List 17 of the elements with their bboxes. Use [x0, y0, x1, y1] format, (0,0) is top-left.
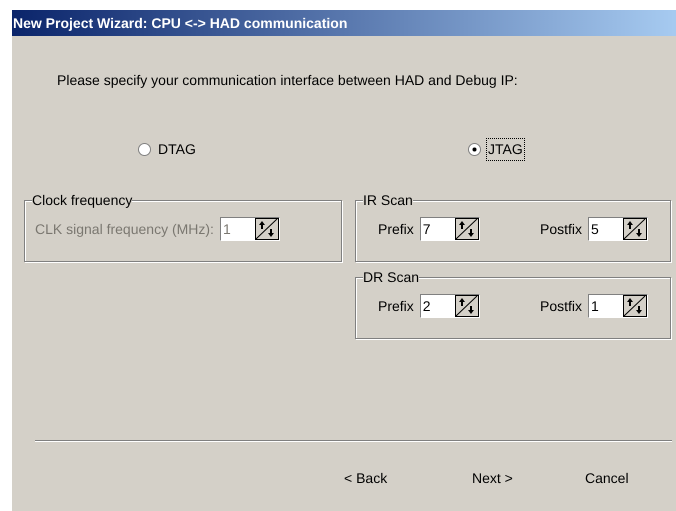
wizard-button[interactable]: Cancel: [571, 464, 651, 493]
wizard-button[interactable]: < Back: [330, 464, 458, 493]
radio-button[interactable]: [468, 143, 481, 156]
group-title: IR Scan: [363, 192, 413, 208]
group-title: Clock frequency: [32, 192, 132, 208]
field-label: Prefix: [378, 220, 414, 238]
window-title: New Project Wizard: CPU <-> HAD communication: [12, 10, 676, 36]
group-title: DR Scan: [363, 269, 420, 285]
field-label: CLK signal frequency (MHz):: [35, 220, 214, 239]
instruction-text: Please specify your communication interface between HAD and Debug IP:: [57, 71, 518, 90]
radio-label[interactable]: DTAG: [157, 139, 197, 160]
field-label: Postfix: [540, 296, 582, 316]
radio-button[interactable]: [138, 143, 151, 156]
field-label: Prefix: [378, 296, 414, 316]
wizard-button[interactable]: Next >: [458, 464, 571, 493]
radio-label[interactable]: JTAG: [487, 139, 524, 160]
field-label: Postfix: [540, 220, 582, 238]
